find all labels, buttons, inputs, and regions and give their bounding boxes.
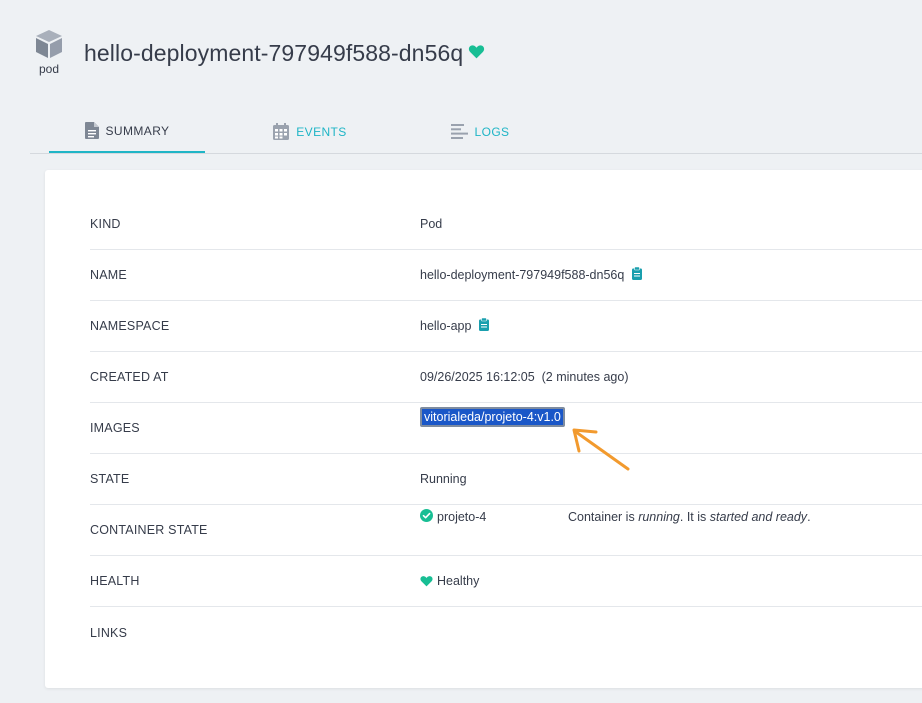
cstate-desc-prefix: Container is xyxy=(568,510,639,524)
created-at-value: 09/26/2025 16:12:05 (2 minutes ago) xyxy=(420,370,629,384)
title-row: hello-deployment-797949f588-dn56q xyxy=(84,38,485,68)
tab-summary[interactable]: SUMMARY xyxy=(49,110,205,153)
page-header: pod hello-deployment-797949f588-dn56q xyxy=(0,0,922,100)
calendar-icon xyxy=(273,123,290,140)
created-at-label: CREATED AT xyxy=(90,370,169,384)
kind-value: Pod xyxy=(420,217,443,231)
summary-row-namespace: NAMESPACE hello-app xyxy=(90,301,922,352)
tab-events[interactable]: EVENTS xyxy=(250,110,370,153)
summary-row-images: IMAGES vitorialeda/projeto-4:v1.0 xyxy=(90,403,922,454)
name-value: hello-deployment-797949f588-dn56q xyxy=(420,268,625,282)
cstate-desc-state: running xyxy=(638,510,680,524)
tab-summary-label: SUMMARY xyxy=(105,123,170,138)
check-circle-icon xyxy=(420,509,433,525)
summary-row-created-at: CREATED AT 09/26/2025 16:12:05 (2 minute… xyxy=(90,352,922,403)
health-value: Healthy xyxy=(437,574,480,588)
heart-icon xyxy=(420,575,433,587)
cstate-desc-suffix: . xyxy=(807,510,811,524)
kind-label: KIND xyxy=(90,217,121,231)
tab-events-label: EVENTS xyxy=(296,124,347,139)
state-label: STATE xyxy=(90,472,130,486)
images-label: IMAGES xyxy=(90,421,140,435)
annotation-arrow-icon xyxy=(572,428,630,471)
lines-icon xyxy=(450,124,468,139)
cube-icon xyxy=(36,30,62,58)
summary-row-links: LINKS xyxy=(90,607,922,658)
links-label: LINKS xyxy=(90,625,128,640)
health-label: HEALTH xyxy=(90,574,140,588)
file-icon xyxy=(84,122,99,139)
container-name: projeto-4 xyxy=(437,510,487,524)
clipboard-icon[interactable] xyxy=(479,317,490,334)
tab-logs[interactable]: LOGS xyxy=(430,110,530,153)
namespace-value-wrap: hello-app xyxy=(420,317,490,334)
clipboard-icon[interactable] xyxy=(632,266,643,283)
container-state-value: projeto-4 Container is running. It is st… xyxy=(420,509,920,525)
summary-table: KIND Pod NAME hello-deployment-797949f58… xyxy=(90,199,922,658)
resource-kind-badge: pod xyxy=(30,28,68,76)
state-value: Running xyxy=(420,472,467,486)
health-value-wrap: Healthy xyxy=(420,574,479,588)
namespace-label: NAMESPACE xyxy=(90,319,170,333)
name-value-wrap: hello-deployment-797949f588-dn56q xyxy=(420,266,643,283)
image-name-selected[interactable]: vitorialeda/projeto-4:v1.0 xyxy=(420,407,565,427)
images-value-wrap: vitorialeda/projeto-4:v1.0 xyxy=(420,407,565,427)
tab-bar: SUMMARY EVENTS LOGS xyxy=(30,110,922,154)
kind-label: pod xyxy=(38,62,60,76)
page-title: hello-deployment-797949f588-dn56q xyxy=(84,39,464,66)
heart-icon xyxy=(468,44,485,64)
summary-row-health: HEALTH Healthy xyxy=(90,556,922,607)
summary-row-container-state: CONTAINER STATE projeto-4 Container is r… xyxy=(90,505,922,556)
summary-card: KIND Pod NAME hello-deployment-797949f58… xyxy=(45,170,922,688)
summary-row-state: STATE Running xyxy=(90,454,922,505)
cstate-desc-middle: . It is xyxy=(679,510,710,524)
cstate-desc-status: started and ready xyxy=(709,510,808,524)
summary-row-name: NAME hello-deployment-797949f588-dn56q xyxy=(90,250,922,301)
container-state-label: CONTAINER STATE xyxy=(90,523,208,537)
namespace-value: hello-app xyxy=(420,319,472,333)
container-state-description: Container is running. It is started and … xyxy=(568,510,811,524)
tab-logs-label: LOGS xyxy=(474,124,510,139)
summary-row-kind: KIND Pod xyxy=(90,199,922,250)
name-label: NAME xyxy=(90,268,127,282)
